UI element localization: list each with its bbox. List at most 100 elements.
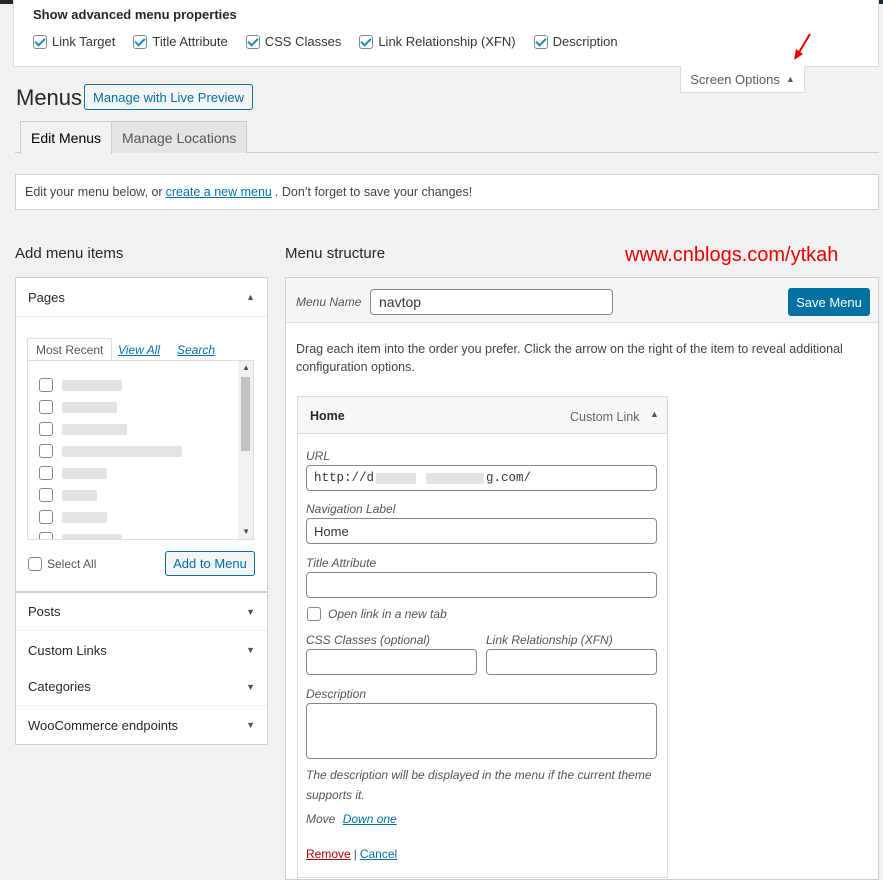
remove-link[interactable]: Remove xyxy=(306,847,351,861)
scroll-down-icon[interactable]: ▼ xyxy=(242,527,250,536)
checkbox-icon[interactable] xyxy=(307,607,321,621)
css-classes-label: CSS Classes (optional) xyxy=(306,633,431,647)
css-classes-input[interactable] xyxy=(306,649,477,675)
description-label: Description xyxy=(306,687,367,701)
redacted-text xyxy=(62,467,107,479)
description-help-text: The description will be displayed in the… xyxy=(306,768,652,802)
tab-manage-locations[interactable]: Manage Locations xyxy=(111,121,248,153)
checkbox-icon[interactable] xyxy=(133,34,148,49)
redacted-text xyxy=(62,445,182,457)
list-item[interactable] xyxy=(39,487,97,503)
caret-up-icon: ▲ xyxy=(246,292,255,302)
open-new-tab-checkbox[interactable]: Open link in a new tab xyxy=(307,607,447,621)
option-description[interactable]: Description xyxy=(533,34,618,49)
redacted-text xyxy=(376,472,417,484)
list-item[interactable] xyxy=(39,465,107,481)
caret-down-icon: ▼ xyxy=(246,720,255,730)
select-all-checkbox[interactable]: Select All xyxy=(28,557,96,571)
checkbox-icon[interactable] xyxy=(39,378,53,392)
checkbox-icon[interactable] xyxy=(39,466,53,480)
tab-most-recent[interactable]: Most Recent xyxy=(27,338,113,361)
redacted-text xyxy=(62,489,97,501)
list-item[interactable] xyxy=(39,399,117,415)
checkbox-icon[interactable] xyxy=(39,488,53,502)
list-item[interactable] xyxy=(39,531,122,539)
option-title-attribute[interactable]: Title Attribute xyxy=(133,34,228,49)
navigation-label-label: Navigation Label xyxy=(306,502,396,516)
caret-down-icon: ▼ xyxy=(246,607,255,617)
list-item[interactable] xyxy=(39,421,127,437)
redacted-text xyxy=(62,533,122,539)
checkbox-icon[interactable] xyxy=(28,557,42,571)
menu-name-input[interactable] xyxy=(370,289,613,315)
custom-links-section-header[interactable]: Custom Links ▼ xyxy=(16,631,267,669)
pages-section-header[interactable]: Pages ▲ xyxy=(16,278,267,316)
url-label: URL xyxy=(306,449,331,463)
title-attribute-input[interactable] xyxy=(306,572,657,598)
pages-checklist: ▲ ▼ xyxy=(27,360,254,540)
checkbox-icon[interactable] xyxy=(33,34,47,49)
menu-item-home: Home Custom Link ▲ URL http://d g.com/ N… xyxy=(297,396,668,878)
menu-item-handle[interactable]: Home Custom Link ▲ xyxy=(298,397,667,434)
tab-view-all[interactable]: View All xyxy=(118,338,160,361)
menu-structure-heading: Menu structure xyxy=(285,245,386,262)
redacted-text xyxy=(62,423,127,435)
checkbox-icon[interactable] xyxy=(359,34,374,49)
add-to-menu-button[interactable]: Add to Menu xyxy=(165,551,255,576)
scrollbar[interactable]: ▲ ▼ xyxy=(238,361,253,539)
list-item[interactable] xyxy=(39,377,122,393)
woocommerce-endpoints-section-header[interactable]: WooCommerce endpoints ▼ xyxy=(16,706,267,744)
link-relationship-label: Link Relationship (XFN) xyxy=(486,633,613,647)
advanced-properties-list: Link Target Title Attribute CSS Classes … xyxy=(33,34,636,49)
checkbox-icon[interactable] xyxy=(39,422,53,436)
drag-instructions: Drag each item into the order you prefer… xyxy=(296,342,843,374)
link-relationship-input[interactable] xyxy=(486,649,657,675)
watermark-text: www.cnblogs.com/ytkah xyxy=(625,244,839,266)
menu-item-type: Custom Link xyxy=(570,410,640,424)
scrollbar-thumb[interactable] xyxy=(241,377,250,451)
caret-up-icon: ▲ xyxy=(785,74,795,84)
screen-options-toggle[interactable]: Screen Options ▲ xyxy=(680,66,805,93)
navigation-label-input[interactable]: Home xyxy=(306,518,657,544)
red-arrow-annotation-icon xyxy=(794,33,811,60)
redacted-text xyxy=(62,511,107,523)
nav-tabs: Edit Menus Manage Locations xyxy=(15,121,879,154)
screen-options-panel: Show advanced menu properties Link Targe… xyxy=(13,0,879,67)
url-input[interactable]: http://d g.com/ xyxy=(306,465,657,491)
list-item[interactable] xyxy=(39,443,182,459)
description-textarea[interactable] xyxy=(306,703,657,759)
save-menu-button[interactable]: Save Menu xyxy=(788,288,870,316)
page-title: Menus xyxy=(16,85,83,110)
title-attribute-label: Title Attribute xyxy=(306,556,377,570)
checkbox-icon[interactable] xyxy=(533,34,548,49)
cancel-link[interactable]: Cancel xyxy=(360,847,397,861)
checkbox-icon[interactable] xyxy=(245,34,260,49)
move-controls: Move Down one xyxy=(306,812,397,826)
tab-edit-menus[interactable]: Edit Menus xyxy=(20,121,113,154)
checkbox-icon[interactable] xyxy=(39,444,53,458)
manage-live-preview-button[interactable]: Manage with Live Preview xyxy=(84,84,254,110)
option-link-target[interactable]: Link Target xyxy=(33,34,115,49)
create-new-menu-link[interactable]: create a new menu xyxy=(166,185,272,199)
menu-header: Menu Name Save Menu xyxy=(286,278,878,323)
edit-notice: Edit your menu below, or create a new me… xyxy=(15,174,879,210)
caret-up-icon[interactable]: ▲ xyxy=(650,409,659,419)
posts-section-header[interactable]: Posts ▼ xyxy=(16,593,267,631)
redacted-text xyxy=(62,379,122,391)
scroll-up-icon[interactable]: ▲ xyxy=(242,363,250,372)
move-down-one-link[interactable]: Down one xyxy=(343,812,397,826)
option-css-classes[interactable]: CSS Classes xyxy=(245,34,341,49)
caret-down-icon: ▼ xyxy=(246,645,255,655)
checkbox-icon[interactable] xyxy=(39,532,53,539)
advanced-properties-heading: Show advanced menu properties xyxy=(33,7,237,22)
menu-name-label: Menu Name xyxy=(296,295,362,309)
categories-section-header[interactable]: Categories ▼ xyxy=(16,668,267,706)
menu-item-title: Home xyxy=(310,409,345,423)
checkbox-icon[interactable] xyxy=(39,400,53,414)
checkbox-icon[interactable] xyxy=(39,510,53,524)
menu-management-panel: Menu Name Save Menu Drag each item into … xyxy=(285,277,879,880)
tab-search[interactable]: Search xyxy=(177,338,215,361)
redacted-text xyxy=(62,401,117,413)
option-link-relationship[interactable]: Link Relationship (XFN) xyxy=(359,34,516,49)
list-item[interactable] xyxy=(39,509,107,525)
